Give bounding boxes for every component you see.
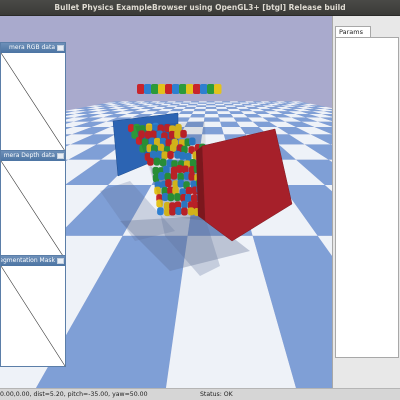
floor-tile [197,102,207,104]
cylinder [186,84,194,94]
floor-tile [189,102,199,104]
floor-tile [187,103,198,106]
minimize-icon[interactable] [57,153,64,159]
floor-tile [206,105,216,107]
camera-depth-view [1,161,65,259]
floor-tile [205,106,217,109]
camera-rgb-panel-title: mera RGB data [9,44,55,51]
segmentation-mask-view [1,266,65,366]
floor-tile [203,117,221,122]
floor-tile [222,101,231,103]
empty-image-diagonal [1,266,65,366]
floor-tile [217,111,231,114]
floor-tile [181,108,195,112]
floor-tile [215,103,225,106]
floor-tile [214,102,224,104]
tab-params[interactable]: Params [335,26,371,37]
minimize-icon[interactable] [57,45,64,51]
floor-tile [184,106,196,109]
floor-tile [203,121,222,127]
camera-depth-panel-header[interactable]: mera Depth data [1,151,65,161]
floor-tile [216,106,228,109]
floor-tile [206,102,216,104]
cylinder [207,84,215,94]
floor-tile [216,108,230,112]
floor-tile [218,113,234,118]
floor-tile [187,117,205,122]
cylinder [144,84,152,94]
floating-cylinder-row [137,84,222,94]
minimize-icon[interactable] [57,258,64,264]
params-panel: Params [332,16,400,388]
floor-tile [205,108,218,112]
segmentation-mask-panel[interactable]: Segmentation Mask [0,255,66,367]
cylinder [214,84,222,94]
floor-tile [215,105,226,107]
floor-tile [214,101,223,103]
camera-rgb-panel-header[interactable]: mera RGB data [1,43,65,53]
floor-tile [222,102,233,104]
floor-tile [192,111,206,114]
cylinder [158,84,166,94]
floor-tile [204,113,219,118]
floor-tile [182,101,192,103]
window-titlebar: Bullet Physics ExampleBrowser using Open… [0,0,400,16]
floor-tile [218,117,237,122]
empty-image-diagonal [1,161,65,259]
floor-tile [193,108,206,112]
floor-tile [194,106,206,109]
floor-tile [205,111,218,114]
cylinder [172,84,180,94]
camera-depth-panel[interactable]: mera Depth data [0,150,66,260]
floor-tile [206,103,216,106]
empty-image-diagonal [1,53,65,151]
window-title: Bullet Physics ExampleBrowser using Open… [54,3,346,12]
floor-tile [196,103,207,106]
floor-tile [196,105,207,107]
cylinder [179,84,187,94]
cylinder [137,84,145,94]
floor-tile [186,105,197,107]
segmentation-mask-panel-header[interactable]: Segmentation Mask [1,256,65,266]
floor-tile [224,105,236,107]
status-bar: 0.00,0.00, dist=5.20, pitch=-35.00, yaw=… [0,388,400,400]
floor-tile [223,103,235,106]
floor-tile [198,101,207,103]
floor-tile [206,101,215,103]
status-text: Status: OK [200,391,233,398]
floor-tile [190,113,205,118]
floor-tile [190,101,200,103]
camera-rgb-panel[interactable]: mera RGB data [0,42,66,152]
segmentation-mask-panel-title: Segmentation Mask [1,257,55,264]
cylinder [193,84,201,94]
camera-info: 0.00,0.00, dist=5.20, pitch=-35.00, yaw=… [0,391,148,398]
camera-depth-panel-title: mera Depth data [3,152,55,159]
cylinder [165,84,173,94]
params-content [335,37,399,358]
cylinder [151,84,159,94]
camera-rgb-view [1,53,65,151]
cylinder [200,84,208,94]
